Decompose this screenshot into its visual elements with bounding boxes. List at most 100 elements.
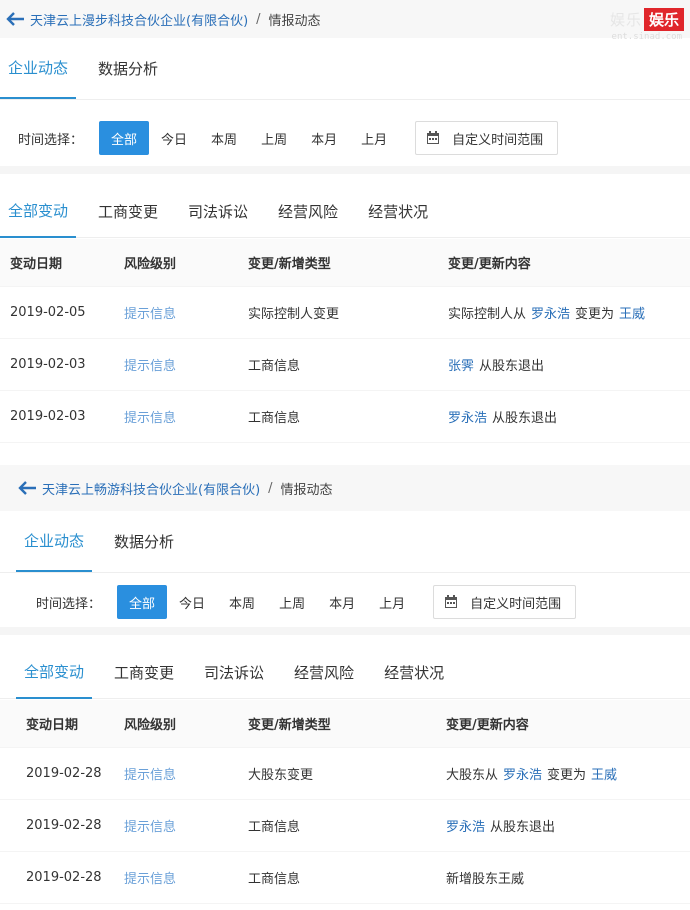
time-option-last-month[interactable]: 上月 <box>367 585 417 619</box>
subtab-litigation[interactable]: 司法诉讼 <box>180 186 256 238</box>
time-option-last-week[interactable]: 上周 <box>249 121 299 155</box>
panel-2: 天津云上畅游科技合伙企业(有限合伙) / 情报动态 企业动态 数据分析 时间选择… <box>0 465 690 910</box>
main-tabs: 企业动态 数据分析 <box>0 511 690 573</box>
person-link[interactable]: 罗永浩 <box>448 411 487 426</box>
person-link[interactable]: 王威 <box>619 307 645 322</box>
tab-company-news[interactable]: 企业动态 <box>16 510 93 572</box>
header-risk-level: 风险级别 <box>124 718 177 733</box>
person-link[interactable]: 张霁 <box>448 359 474 374</box>
custom-range-label: 自定义时间范围 <box>470 596 562 612</box>
row-change-type: 工商信息 <box>248 359 301 374</box>
person-link[interactable]: 罗永浩 <box>503 768 542 783</box>
tab-data-analysis[interactable]: 数据分析 <box>90 37 166 99</box>
header-date: 变动日期 <box>26 718 79 733</box>
subtab-all-changes[interactable]: 全部变动 <box>0 186 77 238</box>
table-row: 2019-02-28 提示信息 工商信息 新增股东王威 <box>0 852 690 904</box>
changes-table: 变动日期 风险级别 变更/新增类型 变更/更新内容 2019-02-28 提示信… <box>0 700 690 904</box>
content-text: 从股东退出 <box>492 411 558 426</box>
tab-company-news[interactable]: 企业动态 <box>0 37 77 99</box>
subtab-all-changes[interactable]: 全部变动 <box>16 647 93 699</box>
header-change-content: 变更/更新内容 <box>448 257 531 272</box>
time-option-this-week[interactable]: 本周 <box>217 585 267 619</box>
header-change-content: 变更/更新内容 <box>446 718 529 733</box>
content-text: 变更为 <box>575 307 615 322</box>
calendar-icon <box>426 131 440 145</box>
back-arrow-icon[interactable] <box>18 480 38 496</box>
row-risk-level[interactable]: 提示信息 <box>124 303 248 322</box>
subtab-operational-risk[interactable]: 经营风险 <box>286 647 362 699</box>
breadcrumb-company-link[interactable]: 天津云上畅游科技合伙企业(有限合伙) <box>42 479 260 498</box>
subtab-business-changes[interactable]: 工商变更 <box>106 647 182 699</box>
row-risk-level[interactable]: 提示信息 <box>124 868 248 887</box>
calendar-icon <box>444 595 458 609</box>
tab-data-analysis[interactable]: 数据分析 <box>106 510 182 572</box>
back-arrow-icon[interactable] <box>6 11 26 27</box>
subtab-business-changes[interactable]: 工商变更 <box>90 186 166 238</box>
row-date: 2019-02-03 <box>10 409 86 424</box>
row-change-content: 新增股东王威 <box>446 868 690 887</box>
time-option-all[interactable]: 全部 <box>117 585 168 619</box>
person-link[interactable]: 王威 <box>591 768 617 783</box>
time-filter-row: 时间选择： 全部 今日 本周 上周 本月 上月 自定义时间范围 <box>0 110 690 174</box>
time-option-all[interactable]: 全部 <box>99 121 150 155</box>
row-change-type: 大股东变更 <box>248 768 314 783</box>
content-text: 变更为 <box>547 768 587 783</box>
row-risk-level[interactable]: 提示信息 <box>124 764 248 783</box>
row-change-type: 工商信息 <box>248 411 301 426</box>
row-risk-level[interactable]: 提示信息 <box>124 816 248 835</box>
table-header: 变动日期 风险级别 变更/新增类型 变更/更新内容 <box>0 239 690 287</box>
row-risk-level[interactable]: 提示信息 <box>124 407 248 426</box>
time-option-last-week[interactable]: 上周 <box>267 585 317 619</box>
subtab-operational-status[interactable]: 经营状况 <box>376 647 452 699</box>
breadcrumb-current: 情报动态 <box>268 13 321 29</box>
sub-tabs: 全部变动 工商变更 司法诉讼 经营风险 经营状况 <box>0 186 690 238</box>
custom-range-button[interactable]: 自定义时间范围 <box>433 585 577 619</box>
breadcrumb-current: 情报动态 <box>280 482 333 498</box>
breadcrumb-separator: / <box>268 480 273 496</box>
breadcrumb-company-link[interactable]: 天津云上漫步科技合伙企业(有限合伙) <box>30 10 248 29</box>
custom-range-label: 自定义时间范围 <box>452 132 544 148</box>
custom-range-button[interactable]: 自定义时间范围 <box>415 121 559 155</box>
time-option-today[interactable]: 今日 <box>167 585 217 619</box>
breadcrumb-separator: / <box>256 11 261 27</box>
subtab-litigation[interactable]: 司法诉讼 <box>196 647 272 699</box>
content-text: 大股东从 <box>446 768 499 783</box>
time-option-this-month[interactable]: 本月 <box>317 585 367 619</box>
watermark-logo: 娱乐 娱乐 <box>610 6 684 32</box>
row-date: 2019-02-05 <box>10 305 86 320</box>
content-text: 从股东退出 <box>490 820 556 835</box>
person-link[interactable]: 罗永浩 <box>531 307 570 322</box>
row-date: 2019-02-28 <box>26 870 102 885</box>
row-change-content: 张霁 从股东退出 <box>448 355 690 374</box>
content-text: 新增股东王威 <box>446 872 525 887</box>
content-text: 实际控制人从 <box>448 307 527 322</box>
header-change-type: 变更/新增类型 <box>248 257 331 272</box>
table-row: 2019-02-05 提示信息 实际控制人变更 实际控制人从 罗永浩 变更为 王威 <box>0 287 690 339</box>
subtab-operational-risk[interactable]: 经营风险 <box>270 186 346 238</box>
changes-table: 变动日期 风险级别 变更/新增类型 变更/更新内容 2019-02-05 提示信… <box>0 239 690 443</box>
row-risk-level[interactable]: 提示信息 <box>124 355 248 374</box>
header-date: 变动日期 <box>10 257 63 272</box>
content-text: 从股东退出 <box>479 359 545 374</box>
row-change-content: 实际控制人从 罗永浩 变更为 王威 <box>448 303 690 322</box>
table-row: 2019-02-03 提示信息 工商信息 张霁 从股东退出 <box>0 339 690 391</box>
row-date: 2019-02-28 <box>26 766 102 781</box>
time-option-last-month[interactable]: 上月 <box>349 121 399 155</box>
time-option-today[interactable]: 今日 <box>149 121 199 155</box>
person-link[interactable]: 罗永浩 <box>446 820 485 835</box>
time-filter-label: 时间选择： <box>36 596 102 612</box>
watermark-badge: 娱乐 <box>643 7 684 31</box>
row-date: 2019-02-28 <box>26 818 102 833</box>
sub-tabs: 全部变动 工商变更 司法诉讼 经营风险 经营状况 <box>0 647 690 699</box>
row-change-type: 实际控制人变更 <box>248 307 340 322</box>
time-filter-label: 时间选择： <box>18 132 84 148</box>
time-option-this-week[interactable]: 本周 <box>199 121 249 155</box>
subtab-operational-status[interactable]: 经营状况 <box>360 186 436 238</box>
time-option-this-month[interactable]: 本月 <box>299 121 349 155</box>
header-risk-level: 风险级别 <box>124 257 177 272</box>
row-change-type: 工商信息 <box>248 820 301 835</box>
row-change-content: 罗永浩 从股东退出 <box>446 816 690 835</box>
row-date: 2019-02-03 <box>10 357 86 372</box>
panel-1: 天津云上漫步科技合伙企业(有限合伙) / 情报动态 娱乐 娱乐 ent.sina… <box>0 0 690 455</box>
breadcrumb: 天津云上畅游科技合伙企业(有限合伙) / 情报动态 <box>0 465 690 511</box>
